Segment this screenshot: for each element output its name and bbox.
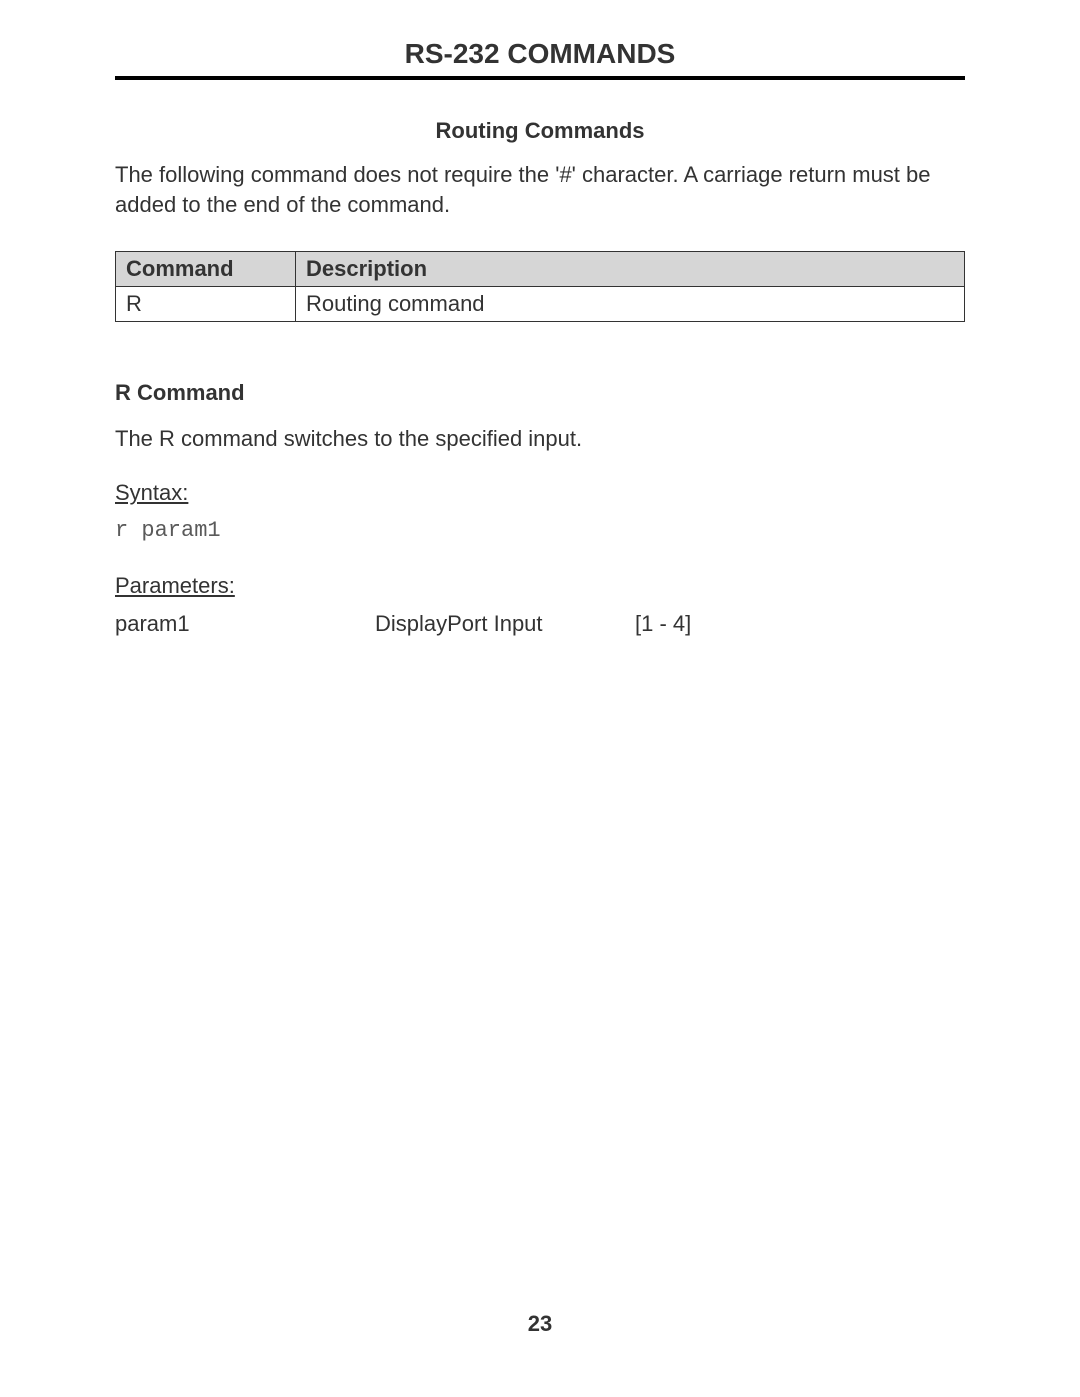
parameter-range: [1 - 4]: [635, 611, 691, 637]
document-page: RS-232 COMMANDS Routing Commands The fol…: [0, 0, 1080, 1397]
subsection-heading: R Command: [115, 380, 965, 406]
parameter-row: param1 DisplayPort Input [1 - 4]: [115, 611, 965, 637]
page-number: 23: [0, 1311, 1080, 1337]
syntax-code: r param1: [115, 518, 965, 543]
table-row: R Routing command: [116, 287, 965, 322]
section-heading: Routing Commands: [115, 118, 965, 144]
page-title: RS-232 COMMANDS: [115, 38, 965, 76]
parameters-label: Parameters:: [115, 573, 965, 599]
table-cell-command: R: [116, 287, 296, 322]
table-cell-description: Routing command: [296, 287, 965, 322]
syntax-label: Syntax:: [115, 480, 965, 506]
table-header-command: Command: [116, 252, 296, 287]
title-divider: [115, 76, 965, 80]
table-header-row: Command Description: [116, 252, 965, 287]
parameter-type: DisplayPort Input: [375, 611, 635, 637]
table-header-description: Description: [296, 252, 965, 287]
command-table: Command Description R Routing command: [115, 251, 965, 322]
parameter-name: param1: [115, 611, 375, 637]
subsection-description: The R command switches to the speciﬁed i…: [115, 426, 965, 452]
section-intro-text: The following command does not require t…: [115, 160, 965, 219]
